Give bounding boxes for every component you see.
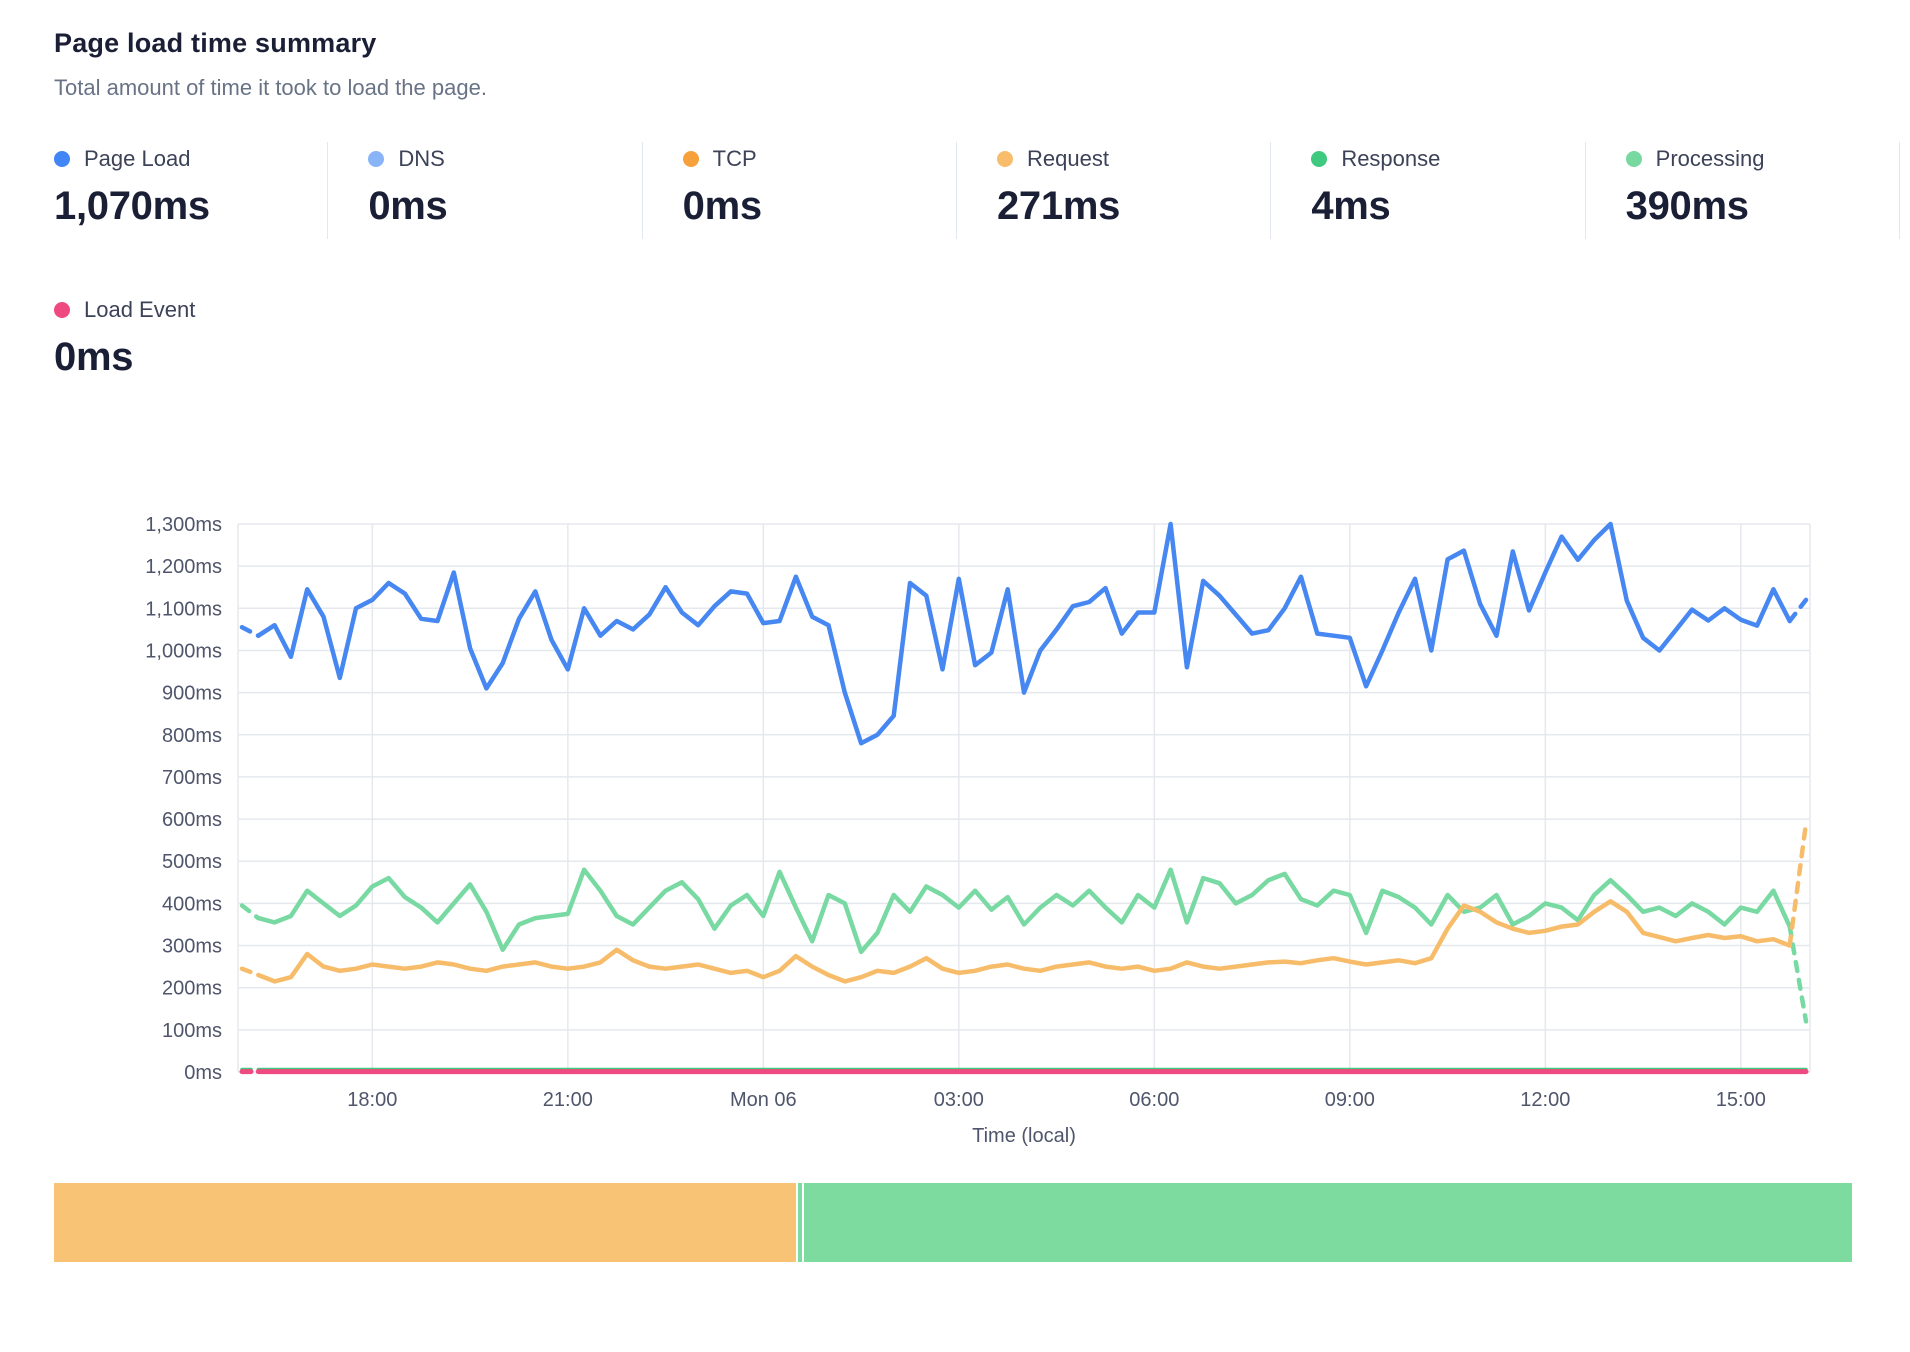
y-axis-tick-label: 900ms <box>162 683 222 705</box>
y-axis-tick-label: 200ms <box>162 978 222 1000</box>
metric-label: Page Load <box>84 146 190 172</box>
series-page-load[interactable] <box>258 524 1789 743</box>
x-axis-tick-label: 18:00 <box>347 1089 397 1111</box>
y-axis-tick-label: 100ms <box>162 1020 222 1042</box>
metric-label: DNS <box>398 146 444 172</box>
y-axis-tick-label: 1,000ms <box>145 640 222 662</box>
metric-value: 0ms <box>368 184 641 229</box>
x-axis-tick-label: 15:00 <box>1716 1089 1766 1111</box>
series-request[interactable] <box>1790 823 1806 945</box>
metric-response: Response 4ms <box>1270 142 1584 239</box>
y-axis-tick-label: 600ms <box>162 809 222 831</box>
metric-label: Response <box>1341 146 1440 172</box>
y-axis-tick-label: 1,200ms <box>145 556 222 578</box>
summary-bar <box>54 1183 1856 1262</box>
y-axis-tick-label: 500ms <box>162 851 222 873</box>
metric-value: 0ms <box>54 335 361 380</box>
metric-label: Load Event <box>84 297 195 323</box>
series-processing[interactable] <box>242 906 258 919</box>
load-event-dot-icon <box>54 302 70 318</box>
metric-request: Request 271ms <box>956 142 1270 239</box>
divider-sliver <box>798 1183 801 1262</box>
dns-dot-icon <box>368 151 384 167</box>
metric-value: 4ms <box>1311 184 1584 229</box>
x-axis-tick-label: Mon 06 <box>730 1089 797 1111</box>
x-axis-tick-label: 09:00 <box>1325 1089 1375 1111</box>
metric-tcp: TCP 0ms <box>642 142 956 239</box>
y-axis-tick-label: 1,100ms <box>145 598 222 620</box>
metric-label: Request <box>1027 146 1109 172</box>
metric-label: TCP <box>713 146 757 172</box>
metric-value: 390ms <box>1626 184 1899 229</box>
metric-dns: DNS 0ms <box>327 142 641 239</box>
x-axis-tick-label: 06:00 <box>1129 1089 1179 1111</box>
series-request[interactable] <box>242 969 258 975</box>
metric-load-event: Load Event 0ms <box>54 293 361 390</box>
page-load-time-chart[interactable]: 0ms 100ms 200ms 300ms 400ms 500ms 600ms 700ms 80… <box>54 494 1856 1161</box>
y-axis-tick-label: 800ms <box>162 725 222 747</box>
processing-dot-icon <box>1626 151 1642 167</box>
metrics-row-2: Load Event 0ms <box>54 293 1900 390</box>
response-dot-icon <box>1311 151 1327 167</box>
series-processing[interactable] <box>258 870 1789 952</box>
y-axis-tick-label: 400ms <box>162 893 222 915</box>
request-dot-icon <box>997 151 1013 167</box>
x-axis-tick-label: 03:00 <box>934 1089 984 1111</box>
y-axis-tick-label: 0ms <box>184 1062 222 1084</box>
metric-value: 1,070ms <box>54 184 327 229</box>
page-load-dot-icon <box>54 151 70 167</box>
y-axis-tick-label: 1,300ms <box>145 514 222 536</box>
x-axis-tick-label: 21:00 <box>543 1089 593 1111</box>
processing-share <box>804 1183 1853 1262</box>
series-page-load[interactable] <box>1790 600 1806 621</box>
page-subtitle: Total amount of time it took to load the… <box>54 74 1910 102</box>
tcp-dot-icon <box>683 151 699 167</box>
series-page-load[interactable] <box>242 627 258 635</box>
metrics-row: Page Load 1,070ms DNS 0ms TCP 0ms Reques… <box>54 142 1900 239</box>
x-axis-tick-label: 12:00 <box>1520 1089 1570 1111</box>
request-share <box>54 1183 796 1262</box>
metric-processing: Processing 390ms <box>1585 142 1900 239</box>
metric-label: Processing <box>1656 146 1765 172</box>
metric-page-load: Page Load 1,070ms <box>54 142 327 239</box>
page-title: Page load time summary <box>54 26 1910 60</box>
metric-value: 0ms <box>683 184 956 229</box>
y-axis-tick-label: 700ms <box>162 767 222 789</box>
x-axis-title: Time (local) <box>972 1125 1076 1147</box>
chart-svg[interactable]: 0ms 100ms 200ms 300ms 400ms 500ms 600ms 700ms 80… <box>54 494 1856 1156</box>
metric-value: 271ms <box>997 184 1270 229</box>
y-axis-tick-label: 300ms <box>162 936 222 958</box>
